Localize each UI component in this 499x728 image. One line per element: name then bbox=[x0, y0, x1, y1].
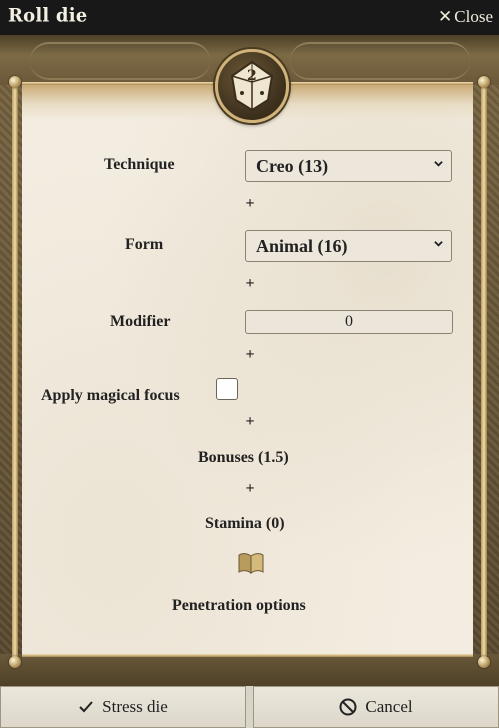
chevron-down-icon bbox=[434, 161, 443, 167]
close-button[interactable]: ✕ Close bbox=[438, 7, 493, 27]
close-icon: ✕ bbox=[438, 7, 453, 27]
stamina-label: Stamina (0) bbox=[205, 515, 285, 532]
frame-bottom-rule bbox=[22, 654, 473, 657]
rivet-icon bbox=[478, 76, 490, 88]
modifier-input[interactable]: 0 bbox=[245, 310, 453, 334]
cancel-button[interactable]: Cancel bbox=[253, 686, 499, 728]
plus-sign: + bbox=[245, 346, 255, 363]
rivet-icon bbox=[9, 76, 21, 88]
cancel-label: Cancel bbox=[365, 697, 413, 716]
die-medallion: 2 bbox=[215, 49, 289, 123]
rivet-icon bbox=[9, 656, 21, 668]
plus-sign: + bbox=[245, 480, 255, 497]
close-label: Close bbox=[454, 7, 493, 26]
scroll-ornament-right bbox=[290, 42, 470, 80]
cancel-icon bbox=[339, 698, 357, 716]
modifier-label: Modifier bbox=[110, 313, 171, 330]
form-label: Form bbox=[125, 236, 164, 253]
frame-bottom-ornament bbox=[0, 654, 499, 686]
form-value: Animal (16) bbox=[256, 236, 348, 256]
technique-select[interactable]: Creo (13) bbox=[245, 150, 452, 182]
scroll-ornament-left bbox=[30, 42, 210, 80]
magical-focus-checkbox[interactable] bbox=[216, 378, 238, 400]
check-icon bbox=[79, 701, 93, 713]
magical-focus-label: Apply magical focus bbox=[41, 387, 180, 404]
chevron-down-icon bbox=[434, 241, 443, 247]
technique-value: Creo (13) bbox=[256, 156, 329, 176]
plus-sign: + bbox=[245, 195, 255, 212]
rivet-icon bbox=[478, 656, 490, 668]
technique-label: Technique bbox=[104, 156, 175, 173]
penetration-options-link[interactable]: Penetration options bbox=[172, 597, 306, 615]
bonuses-label: Bonuses (1.5) bbox=[198, 449, 289, 466]
window-title: Roll die bbox=[8, 4, 88, 27]
plus-sign: + bbox=[245, 275, 255, 292]
frame-right-pillar bbox=[481, 82, 487, 662]
stress-die-button[interactable]: Stress die bbox=[0, 686, 246, 728]
svg-text:2: 2 bbox=[247, 68, 257, 84]
die-icon: 2 bbox=[230, 60, 274, 112]
title-bar: Roll die ✕ Close bbox=[0, 0, 499, 35]
book-icon[interactable] bbox=[238, 552, 264, 574]
plus-sign: + bbox=[245, 413, 255, 430]
stress-die-label: Stress die bbox=[102, 697, 168, 716]
form-select[interactable]: Animal (16) bbox=[245, 230, 452, 262]
frame-left-pillar bbox=[12, 82, 18, 662]
